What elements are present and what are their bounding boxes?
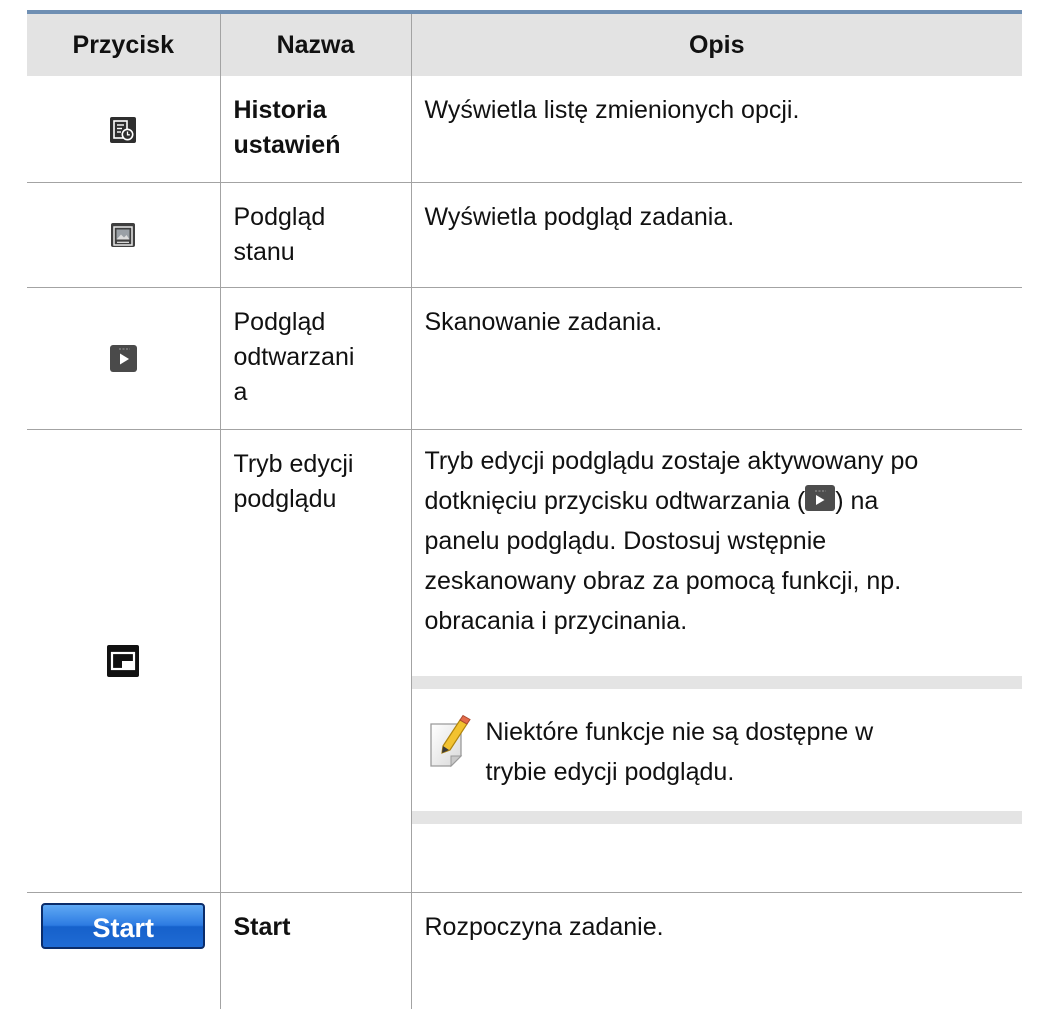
name-line: ustawień xyxy=(233,131,341,159)
note-text: Niektóre funkcje nie są dostępne w trybi… xyxy=(486,712,874,792)
name-line: stanu xyxy=(233,237,295,266)
note-line: Niektóre funkcje nie są dostępne w xyxy=(485,717,874,746)
description-text: Wyświetla listę zmienionych opcji. xyxy=(424,96,800,124)
name-cell: Historia ustawień xyxy=(219,76,411,182)
name-line: Podgląd xyxy=(233,307,326,336)
table-row: Historia ustawień Wyświetla listę zmieni… xyxy=(27,76,1022,182)
description-fragment: ) na xyxy=(835,486,879,515)
play-icon xyxy=(805,484,836,511)
name-cell: Podgląd odtwarzani a xyxy=(219,286,411,429)
header-description: Opis xyxy=(410,12,1022,76)
description-text: Skanowanie zadania. xyxy=(424,307,663,336)
button-cell xyxy=(27,286,220,429)
name-line: odtwarzani xyxy=(233,342,355,371)
description-cell: Skanowanie zadania. xyxy=(410,286,1022,429)
play-preview-icon[interactable] xyxy=(109,345,137,373)
button-cell: Start xyxy=(27,891,220,1009)
preview-edit-mode-icon[interactable] xyxy=(107,645,140,678)
name-cell: Start xyxy=(219,891,411,1009)
settings-history-icon[interactable] xyxy=(110,116,137,143)
description-fragment: dotknięciu przycisku odtwarzania ( xyxy=(424,486,806,515)
name-line: a xyxy=(233,377,248,406)
name-line: Podgląd xyxy=(233,202,326,231)
description-cell: Wyświetla podgląd zadania. xyxy=(410,181,1022,287)
description-line: dotknięciu przycisku odtwarzania ( ) na xyxy=(425,481,1011,521)
header-button: Przycisk xyxy=(27,12,220,76)
description-line: obracania i przycinania. xyxy=(424,606,688,635)
name-line: Tryb edycji xyxy=(233,449,354,478)
button-cell xyxy=(27,428,220,892)
table-header-row: Przycisk Nazwa Opis xyxy=(27,12,1022,76)
description-cell: Wyświetla listę zmienionych opcji. xyxy=(410,76,1022,182)
description-line: zeskanowany obraz za pomocą funkcji, np. xyxy=(424,566,902,595)
name-cell: Podgląd stanu xyxy=(219,181,411,287)
button-cell xyxy=(27,181,220,287)
name-line: Start xyxy=(233,912,291,941)
name-line: Historia xyxy=(233,96,327,124)
status-preview-icon[interactable] xyxy=(111,223,136,248)
name-cell: Tryb edycji podglądu xyxy=(219,428,411,892)
description-cell: Rozpoczyna zadanie. xyxy=(410,891,1022,1009)
description-text: Wyświetla podgląd zadania. xyxy=(424,202,735,231)
button-cell xyxy=(27,76,220,182)
buttons-table: Przycisk Nazwa Opis Historia ustawień Wy… xyxy=(27,10,1022,1009)
table-row: Tryb edycji podglądu Tryb edycji podgląd… xyxy=(27,428,1022,892)
note-line: trybie edycji podglądu. xyxy=(485,757,735,786)
start-button[interactable]: Start xyxy=(41,902,206,949)
header-name: Nazwa xyxy=(219,12,411,76)
description-line: panelu podglądu. Dostosuj wstępnie xyxy=(424,526,827,555)
table-row: Podgląd stanu Wyświetla podgląd zadania. xyxy=(27,181,1022,287)
note-box: Niektóre funkcje nie są dostępne w trybi… xyxy=(411,675,1022,824)
name-line: podglądu xyxy=(233,484,337,513)
note-pencil-icon xyxy=(427,714,472,770)
description-text: Rozpoczyna zadanie. xyxy=(424,912,664,941)
description-cell: Tryb edycji podglądu zostaje aktywowany … xyxy=(410,428,1022,892)
description-line: Tryb edycji podglądu zostaje aktywowany … xyxy=(424,446,919,475)
table-row: Podgląd odtwarzani a Skanowanie zadania. xyxy=(27,286,1022,429)
table-row: Start Start Rozpoczyna zadanie. xyxy=(27,891,1022,1009)
